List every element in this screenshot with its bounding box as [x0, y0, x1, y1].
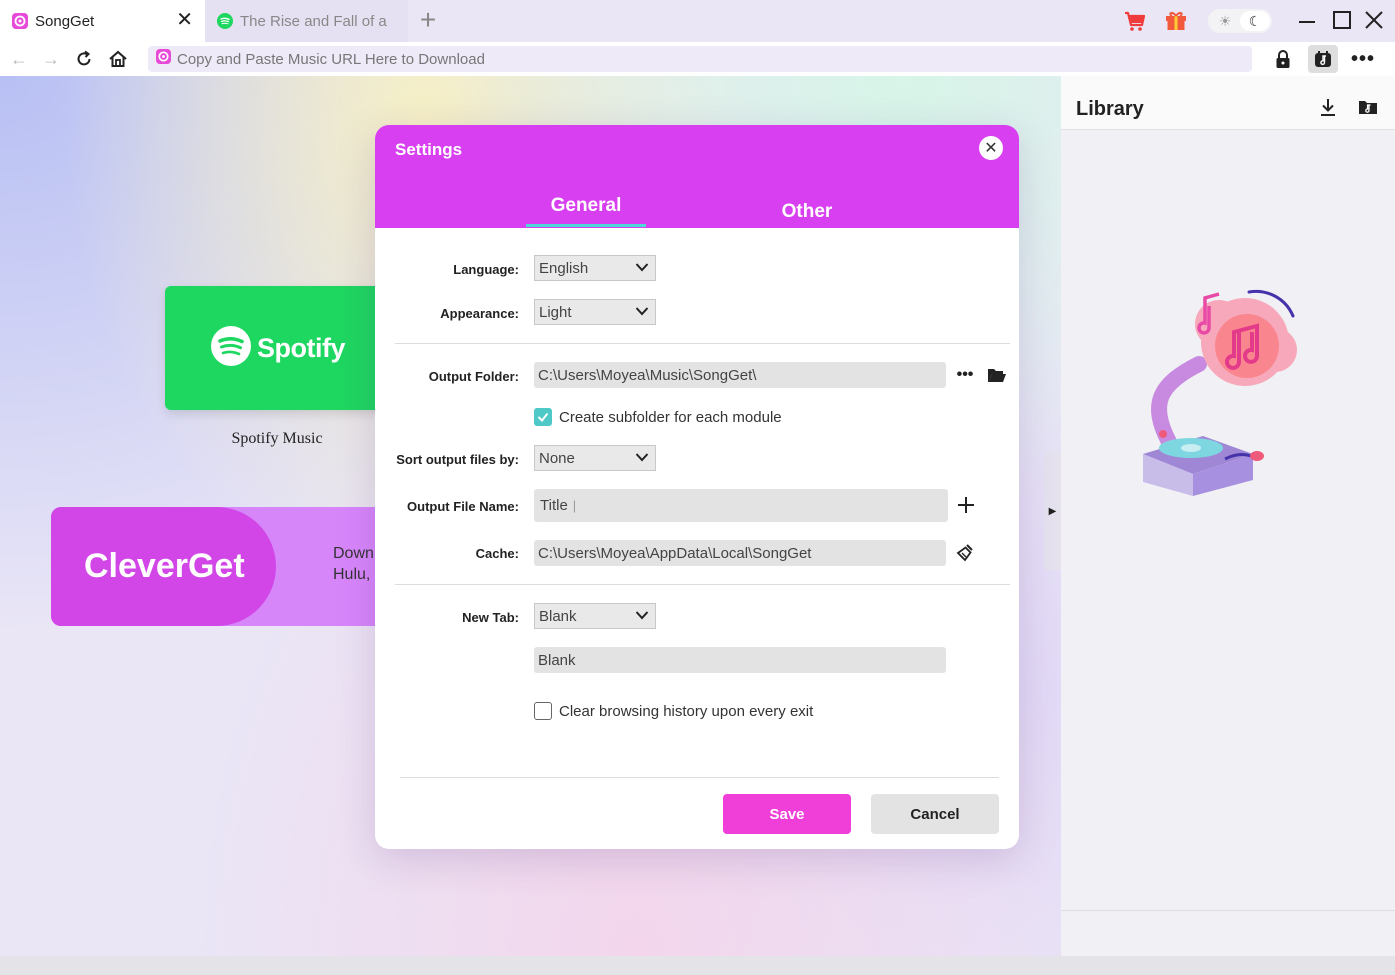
cleverget-description: Down Hulu, [333, 543, 374, 585]
section-divider [395, 343, 1010, 344]
home-icon[interactable] [107, 48, 129, 70]
sun-icon: ☀ [1218, 12, 1232, 29]
new-tab-url-field[interactable]: Blank [534, 647, 946, 673]
lock-icon[interactable] [1272, 47, 1294, 71]
cleverget-banner[interactable]: CleverGet Down Hulu, [51, 507, 391, 626]
tab-songget[interactable]: SongGet ✕ [0, 0, 205, 42]
triangle-right-icon: ▶ [1048, 506, 1057, 517]
spotify-icon [211, 325, 251, 371]
library-footer [1061, 910, 1395, 956]
language-label: Language: [453, 262, 519, 277]
url-placeholder: Copy and Paste Music URL Here to Downloa… [177, 50, 485, 68]
active-tab-indicator [526, 224, 646, 227]
new-tab-label: New Tab: [462, 610, 519, 625]
section-divider [395, 584, 1010, 585]
back-icon[interactable]: ← [8, 48, 30, 70]
cart-icon[interactable] [1123, 9, 1147, 33]
status-bar [0, 956, 1395, 975]
output-file-name-field[interactable]: Title | [534, 489, 948, 522]
spotify-module-label[interactable]: Spotify Music [165, 430, 389, 448]
cleverget-wordmark: CleverGet [84, 547, 245, 585]
output-folder-value: C:\Users\Moyea\Music\SongGet\ [538, 366, 757, 384]
cleverget-desc-line: Down [333, 545, 374, 562]
more-menu-icon[interactable]: ••• [1351, 47, 1375, 71]
close-dialog-icon[interactable]: ✕ [979, 136, 1003, 160]
refresh-icon[interactable] [73, 48, 95, 70]
tab-other[interactable]: Other [747, 201, 867, 223]
sort-value: None [539, 449, 575, 467]
chevron-down-icon [635, 450, 649, 464]
tab-label: The Rise and Fall of a [240, 12, 387, 30]
download-icon[interactable] [1318, 96, 1338, 118]
library-header: Library [1061, 76, 1395, 130]
text-cursor: | [572, 498, 577, 513]
settings-title: Settings [395, 140, 463, 159]
appearance-label: Appearance: [440, 306, 519, 321]
forward-icon[interactable]: → [40, 48, 62, 70]
more-options-icon[interactable]: ••• [953, 364, 977, 386]
spotify-wordmark: Spotify [257, 332, 346, 363]
tab-bar: SongGet ✕ The Rise and Fall of a + ☀ ☾ [0, 0, 1395, 42]
close-tab-icon[interactable]: ✕ [176, 10, 193, 30]
sort-label: Sort output files by: [396, 452, 519, 467]
music-folder-icon[interactable] [1357, 96, 1379, 118]
output-folder-label: Output Folder: [428, 369, 519, 384]
sort-select[interactable]: None [534, 445, 656, 471]
subfolder-checkbox[interactable] [534, 408, 552, 426]
output-file-name-label: Output File Name: [407, 499, 519, 514]
folder-open-icon[interactable] [986, 364, 1008, 386]
chevron-down-icon [635, 608, 649, 622]
appearance-select[interactable]: Light [534, 299, 656, 325]
cache-field[interactable]: C:\Users\Moyea\AppData\Local\SongGet [534, 540, 946, 566]
url-input[interactable]: Copy and Paste Music URL Here to Downloa… [148, 46, 1252, 72]
cache-value: C:\Users\Moyea\AppData\Local\SongGet [538, 544, 812, 562]
save-button[interactable]: Save [723, 794, 851, 834]
language-value: English [539, 259, 589, 277]
spotify-module-card[interactable]: Spotify [165, 286, 395, 410]
tab-spotify-page[interactable]: The Rise and Fall of a [205, 0, 408, 42]
new-tab-icon[interactable]: + [414, 6, 442, 34]
settings-dialog: Settings ✕ General Other Language: Engli… [375, 125, 1019, 849]
cache-label: Cache: [475, 546, 519, 561]
cleverget-desc-line: Hulu, [333, 566, 371, 583]
theme-toggle[interactable]: ☀ ☾ [1208, 9, 1272, 33]
address-bar: ← → Copy and Paste Music URL Here to Dow… [0, 42, 1395, 76]
gramophone-illustration [1139, 284, 1303, 499]
new-tab-url-value: Blank [538, 651, 576, 669]
settings-header: Settings ✕ General Other [375, 125, 1019, 228]
broom-clean-icon[interactable] [954, 542, 976, 564]
gift-icon[interactable] [1164, 8, 1188, 32]
new-tab-select[interactable]: Blank [534, 603, 656, 629]
panel-collapse-handle[interactable]: ▶ [1044, 453, 1061, 570]
appearance-value: Light [539, 303, 572, 321]
songget-logo-icon [12, 13, 28, 29]
close-window-icon[interactable] [1362, 8, 1386, 32]
output-folder-field[interactable]: C:\Users\Moyea\Music\SongGet\ [534, 362, 946, 388]
songget-logo-icon [156, 49, 171, 69]
chevron-down-icon [635, 304, 649, 318]
moon-icon: ☾ [1240, 11, 1270, 31]
tab-general[interactable]: General [526, 195, 646, 217]
maximize-icon[interactable] [1330, 8, 1354, 32]
spotify-icon [217, 13, 233, 29]
clear-history-label: Clear browsing history upon every exit [559, 703, 814, 720]
footer-divider [400, 777, 999, 778]
library-panel: Library [1061, 76, 1395, 911]
chevron-down-icon [635, 260, 649, 274]
language-select[interactable]: English [534, 255, 656, 281]
add-icon[interactable] [955, 494, 977, 516]
music-download-icon[interactable] [1308, 45, 1338, 73]
new-tab-value: Blank [539, 607, 577, 625]
clear-history-checkbox[interactable] [534, 702, 552, 720]
cancel-button[interactable]: Cancel [871, 794, 999, 834]
cleverget-logo-area: CleverGet [51, 507, 276, 626]
subfolder-checkbox-label: Create subfolder for each module [559, 409, 782, 426]
library-title: Library [1076, 98, 1144, 120]
minimize-icon[interactable] [1295, 8, 1319, 32]
file-name-tag: Title [540, 497, 568, 514]
tab-label: SongGet [35, 12, 95, 30]
